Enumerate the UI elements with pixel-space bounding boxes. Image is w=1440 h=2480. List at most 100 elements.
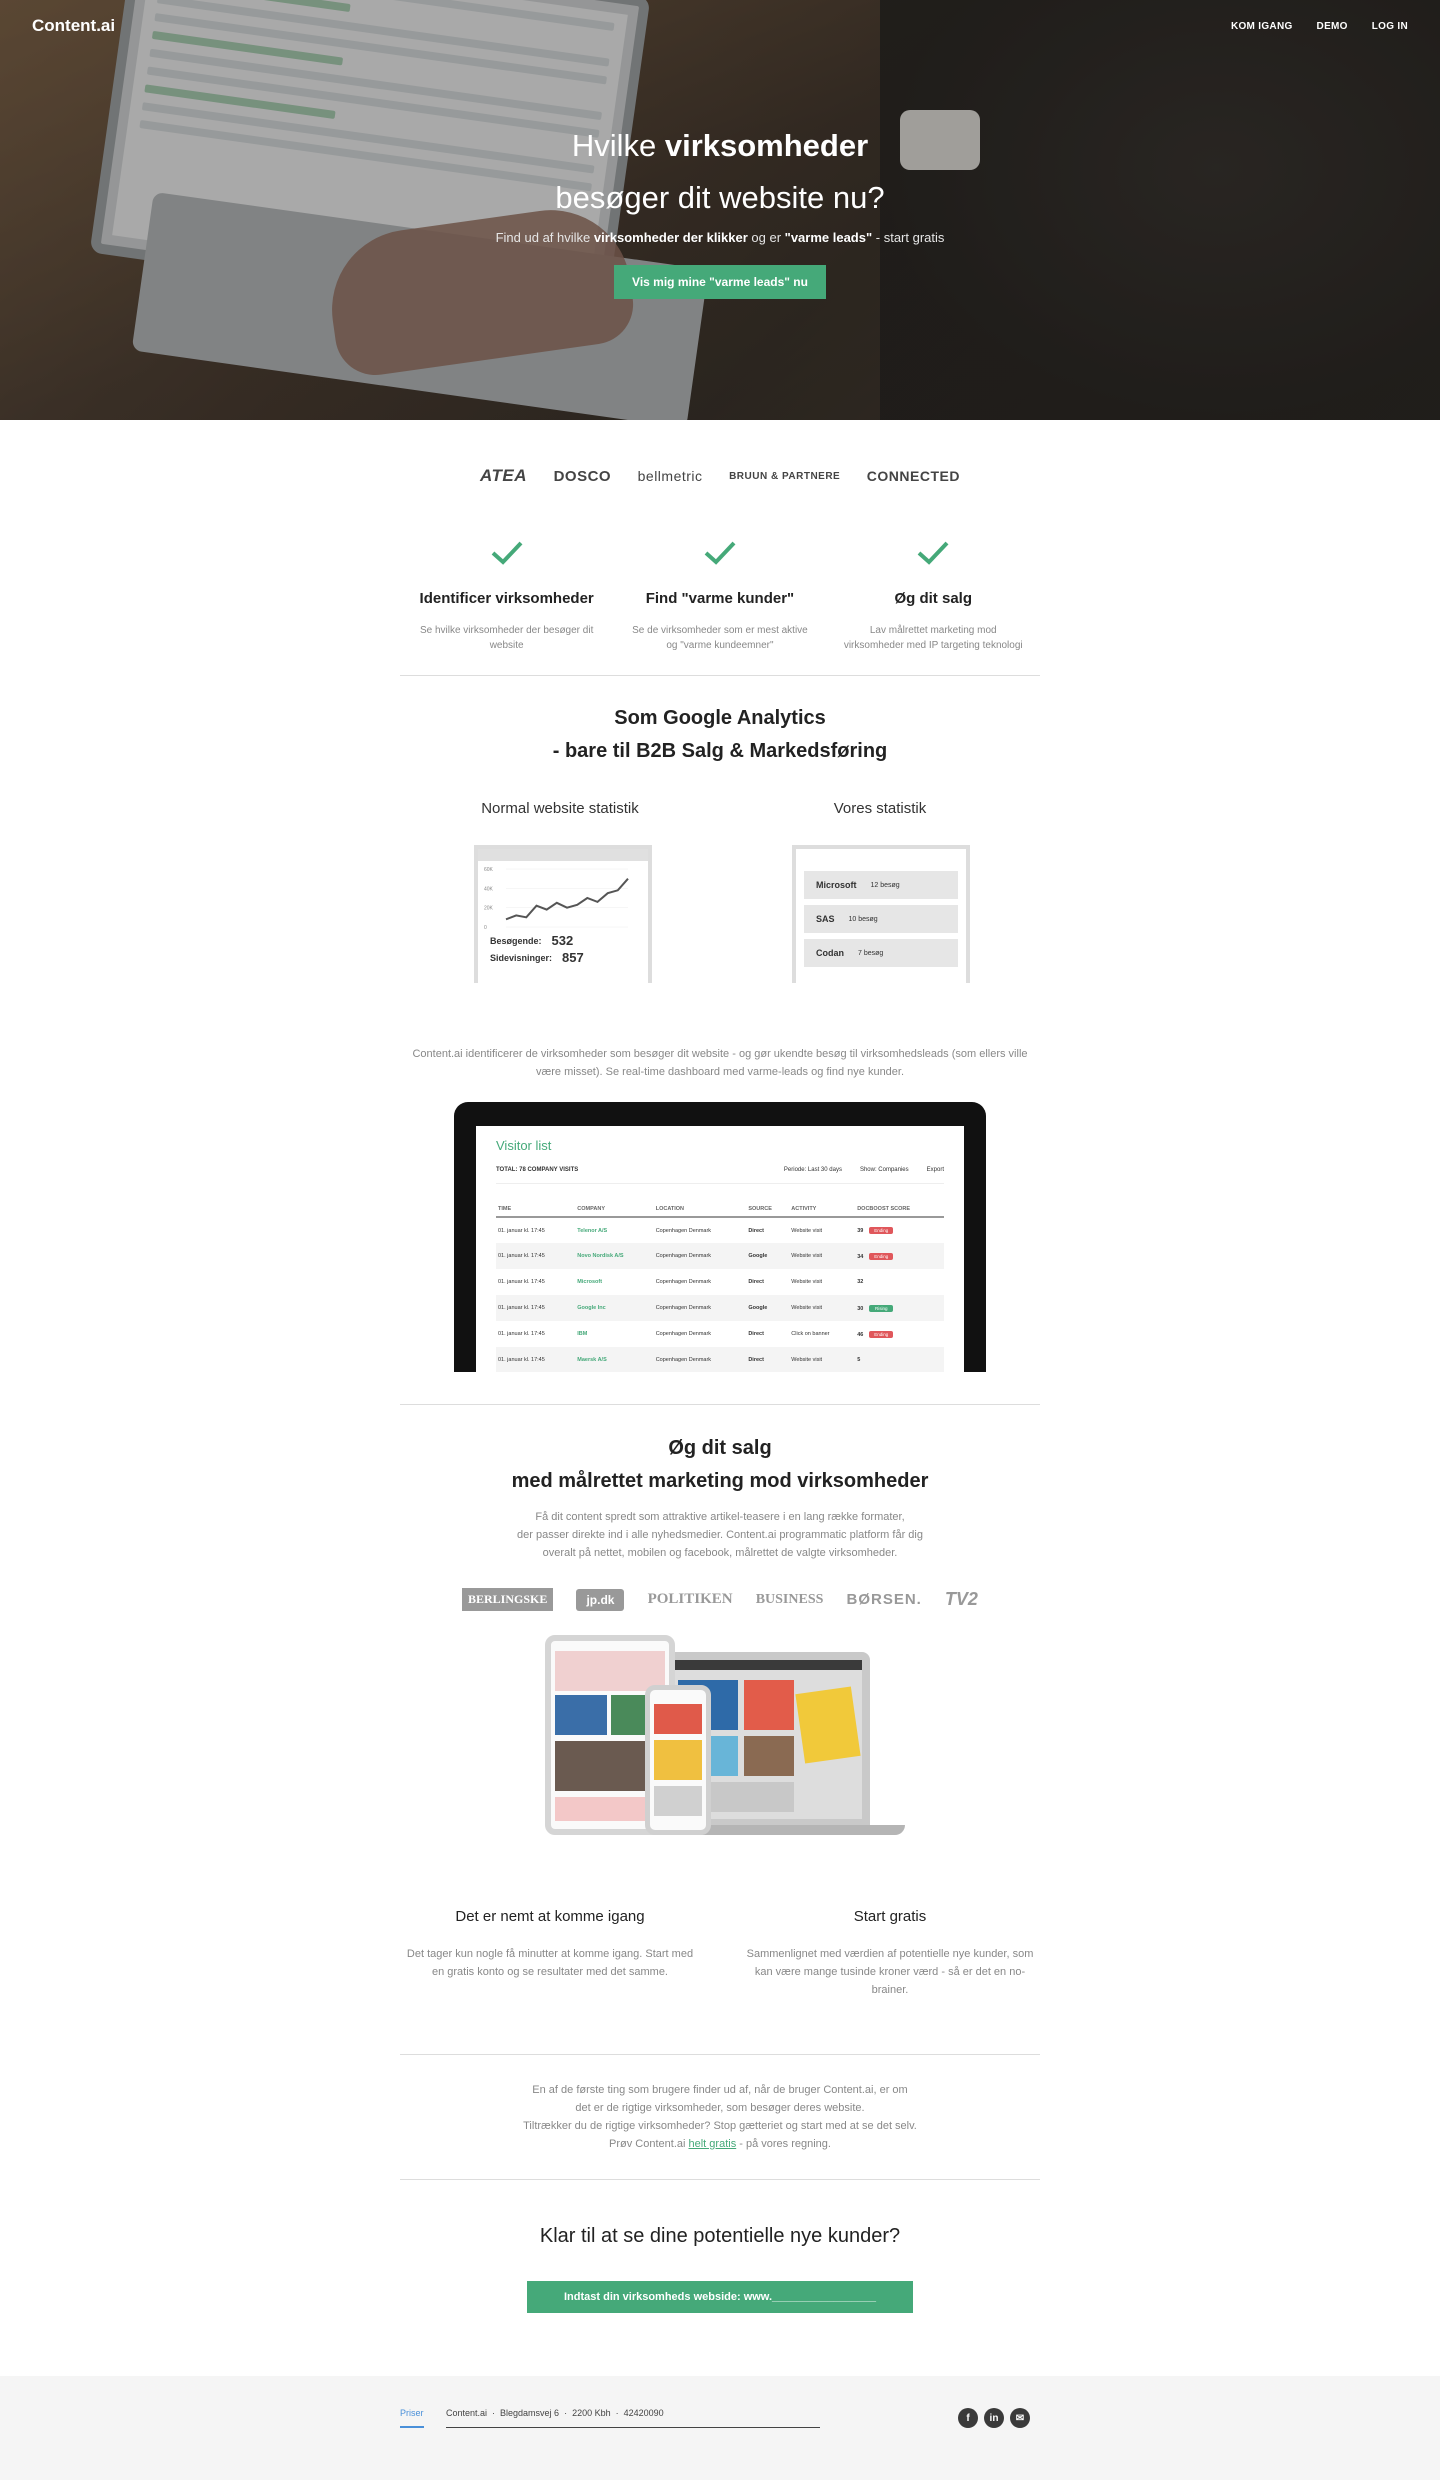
media-logos: BERLINGSKE jp.dk POLITIKEN BUSINESS BØRS… bbox=[462, 1588, 978, 1611]
checkmark-icon bbox=[917, 541, 949, 565]
cell-company[interactable]: Novo Nordisk A/S bbox=[575, 1243, 654, 1269]
col-location[interactable]: LOCATION bbox=[653, 1202, 747, 1218]
table-row[interactable]: 01. januar kl. 17:45 Google Inc Copenhagen… bbox=[496, 1295, 944, 1321]
cell-time: 01. januar kl. 17:45 bbox=[496, 1295, 576, 1321]
marketing-title: Øg dit salg med målrettet marketing mod … bbox=[511, 1437, 929, 1492]
cell-activity: Website visit bbox=[791, 1279, 823, 1285]
company-row: Microsoft 12 besøg bbox=[804, 871, 958, 899]
cell-source: Direct bbox=[748, 1331, 764, 1337]
feature-title: Øg dit salg bbox=[894, 590, 972, 607]
dashboard-screen: Visitor list TOTAL: 78 COMPANY VISITS Pe… bbox=[476, 1126, 964, 1372]
normal-stats-mockup: 60K 40K 20K 0 Besøgende: 532 Sidevisninger: 8… bbox=[474, 845, 652, 983]
hero-subtitle: Find ud af hvilke virksomheder der klikk… bbox=[495, 230, 945, 245]
divider bbox=[400, 675, 1040, 676]
info-columns: Det er nemt at komme igang Det tager kun… bbox=[400, 1908, 1040, 1999]
column-title: Det er nemt at komme igang bbox=[455, 1908, 645, 1925]
cell-location: Copenhagen Denmark bbox=[655, 1227, 712, 1234]
cell-source: Direct bbox=[746, 1347, 790, 1372]
col-time[interactable]: TIME bbox=[496, 1202, 576, 1218]
cell-location: Copenhagen Denmark bbox=[653, 1347, 747, 1372]
cell-company[interactable]: Maersk A/S bbox=[575, 1347, 654, 1372]
cell-company[interactable]: IBM bbox=[575, 1321, 653, 1347]
cell-company[interactable]: Google Inc bbox=[575, 1295, 654, 1321]
column-title: Start gratis bbox=[853, 1908, 927, 1925]
company-row: SAS 10 besøg bbox=[804, 905, 958, 933]
status-badge: Ending bbox=[869, 1252, 894, 1260]
show-leads-button[interactable]: Vis mig mine "varme leads" nu bbox=[614, 265, 826, 299]
table-row[interactable]: 01. januar kl. 17:45 Maersk A/S Copenhagen… bbox=[496, 1347, 944, 1372]
logo-bellmetric: bellmetric bbox=[637, 468, 703, 484]
cell-source: Direct bbox=[748, 1227, 764, 1234]
linkedin-icon[interactable]: in bbox=[984, 2408, 1004, 2428]
export-button[interactable]: Export bbox=[927, 1167, 944, 1173]
logo-politiken: POLITIKEN bbox=[647, 1591, 733, 1607]
logo-connected: CONNECTED bbox=[866, 468, 960, 484]
cell-location: Copenhagen Denmark bbox=[653, 1243, 747, 1269]
social-links: f in ✉ bbox=[958, 2408, 1030, 2428]
y-tick-label: 40K bbox=[484, 886, 494, 892]
start-free-column: Start gratis Sammenlignet med værdien af… bbox=[740, 1908, 1040, 1999]
footer-info: Content.ai · Blegdamsvej 6 · 2200 Kbh · 424200… bbox=[446, 2408, 820, 2428]
nav-kom-igang[interactable]: KOM IGANG bbox=[1231, 21, 1293, 32]
try-free-link[interactable]: helt gratis bbox=[689, 2138, 737, 2150]
cell-time: 01. januar kl. 17:45 bbox=[498, 1227, 545, 1234]
company-row: Codan 7 besøg bbox=[804, 939, 958, 967]
analytics-title: Som Google Analytics - bare til B2B Salg… bbox=[552, 707, 888, 762]
feature-grow: Øg dit salg Lav målrettet marketing mod … bbox=[827, 540, 1040, 653]
logo[interactable]: Content.ai bbox=[32, 16, 115, 36]
cell-score: 39 Ending bbox=[855, 1217, 944, 1243]
prices-link[interactable]: Priser bbox=[400, 2408, 424, 2428]
table-row[interactable]: 01. januar kl. 17:45 Microsoft Copenhagen … bbox=[496, 1269, 944, 1295]
analytics-description: Content.ai identificerer de virksomheder… bbox=[412, 1048, 1028, 1078]
cell-score: 46 Ending bbox=[855, 1321, 944, 1347]
cell-activity: Website visit bbox=[791, 1227, 823, 1234]
cell-location: Copenhagen Denmark bbox=[655, 1331, 712, 1337]
mail-icon[interactable]: ✉ bbox=[1010, 2408, 1030, 2428]
nav-demo[interactable]: DEMO bbox=[1317, 21, 1348, 32]
cell-activity: Website visit bbox=[789, 1243, 856, 1269]
feature-text: Lav målrettet marketing mod virksomheder… bbox=[843, 625, 1023, 651]
footer: Priser Content.ai · Blegdamsvej 6 · 2200 Kbh… bbox=[0, 2376, 1440, 2480]
easy-start-column: Det er nemt at komme igang Det tager kun… bbox=[400, 1908, 700, 1999]
table-row[interactable]: 01. januar kl. 17:45 Telenor A/S Copenhage… bbox=[496, 1217, 944, 1243]
feature-title: Identificer virksomheder bbox=[419, 590, 594, 607]
cell-time: 01. januar kl. 17:45 bbox=[498, 1279, 545, 1285]
devices-illustration bbox=[545, 1635, 905, 1840]
total-visits: TOTAL: 78 COMPANY VISITS bbox=[496, 1167, 579, 1173]
cell-time: 01. januar kl. 17:45 bbox=[496, 1243, 576, 1269]
feature-text: Se de virksomheder som er mest aktive og… bbox=[632, 625, 808, 651]
facebook-icon[interactable]: f bbox=[958, 2408, 978, 2428]
col-source[interactable]: SOURCE bbox=[746, 1202, 790, 1218]
feature-find: Find "varme kunder" Se de virksomheder s… bbox=[613, 540, 826, 653]
our-stats-mockup: Microsoft 12 besøg SAS 10 besøg Codan 7 bes… bbox=[792, 845, 970, 983]
nav-log-in[interactable]: LOG IN bbox=[1372, 21, 1408, 32]
table-row[interactable]: 01. januar kl. 17:45 IBM Copenhagen Denmar… bbox=[496, 1321, 944, 1347]
features: Identificer virksomheder Se hvilke virks… bbox=[400, 540, 1040, 653]
status-badge: Rising bbox=[869, 1304, 894, 1312]
col-score[interactable]: DOCBOOST SCORE bbox=[855, 1202, 944, 1218]
website-input-button[interactable]: Indtast din virksomheds webside: www.___… bbox=[527, 2281, 913, 2313]
checkmark-icon bbox=[704, 541, 736, 565]
logo-borsen: BØRSEN. bbox=[846, 1591, 922, 1608]
col-activity[interactable]: ACTIVITY bbox=[789, 1202, 856, 1218]
notice-text: En af de første ting som brugere finder … bbox=[523, 2084, 917, 2150]
cell-company[interactable]: Telenor A/S bbox=[575, 1217, 653, 1243]
cell-source: Google bbox=[746, 1295, 790, 1321]
cell-score: 30 Rising bbox=[855, 1295, 944, 1321]
our-stats-label: Vores statistik bbox=[833, 800, 927, 817]
cta-title: Klar til at se dine potentielle nye kund… bbox=[539, 2225, 901, 2247]
cell-source: Google bbox=[746, 1243, 790, 1269]
col-company[interactable]: COMPANY bbox=[575, 1202, 654, 1218]
period-select[interactable]: Periode: Last 30 days bbox=[784, 1167, 842, 1173]
logo-business: BUSINESS bbox=[755, 1591, 824, 1607]
cell-time: 01. januar kl. 17:45 bbox=[498, 1331, 545, 1337]
logo-bruun-partnere: BRUUN & PARTNERE bbox=[729, 470, 841, 482]
cell-activity: Website visit bbox=[789, 1347, 856, 1372]
y-tick-label: 20K bbox=[484, 906, 494, 912]
table-row[interactable]: 01. januar kl. 17:45 Novo Nordisk A/S Cope… bbox=[496, 1243, 944, 1269]
show-select[interactable]: Show: Companies bbox=[860, 1167, 909, 1173]
divider bbox=[400, 2179, 1040, 2180]
cell-company[interactable]: Microsoft bbox=[575, 1269, 653, 1295]
visitor-table: TIME COMPANY LOCATION SOURCE ACTIVITY DO… bbox=[496, 1202, 944, 1372]
feature-identify: Identificer virksomheder Se hvilke virks… bbox=[400, 540, 613, 653]
